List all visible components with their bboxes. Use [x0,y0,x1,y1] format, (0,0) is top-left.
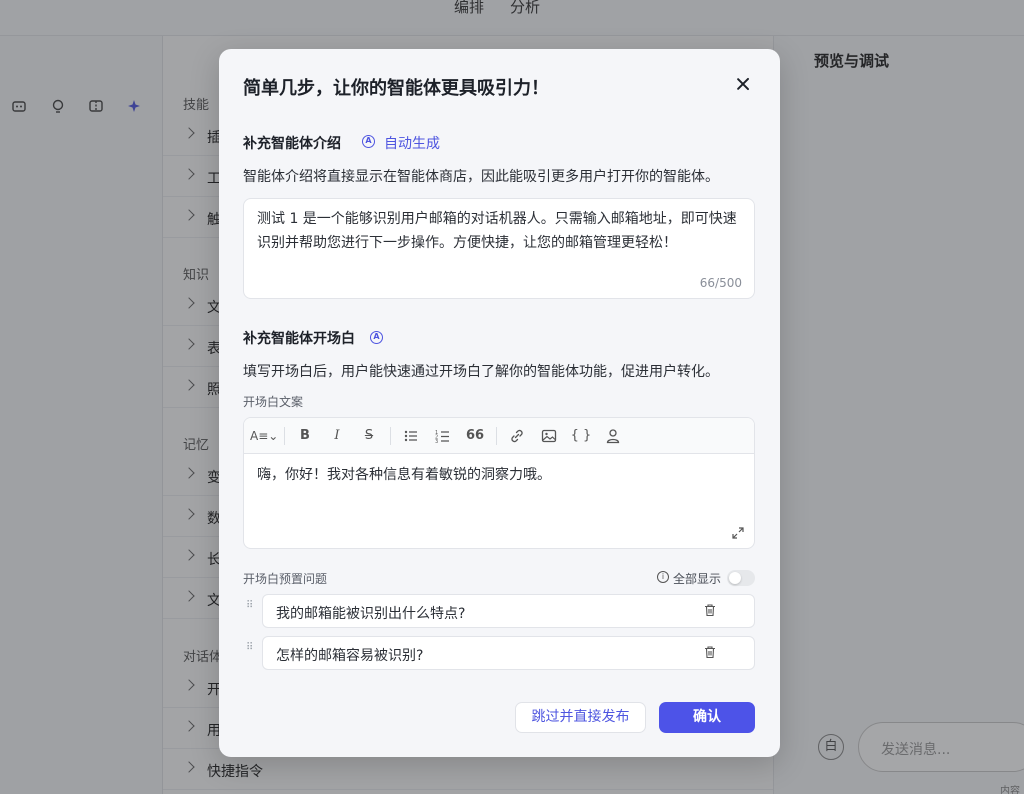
bold-icon[interactable]: B [296,427,314,445]
opening-description: 填写开场白后，用户能快速通过开场白了解你的智能体功能，促进用户转化。 [243,364,719,380]
auto-generate-link[interactable]: 自动生成 [384,133,440,153]
preset-question-input[interactable]: 怎样的邮箱容易被识别? [262,636,755,670]
char-count: 66/500 [699,276,742,290]
toolbar-divider [284,427,285,445]
confirm-button[interactable]: 确认 [659,702,755,733]
opening-copy-text: 嗨，你好！我对各种信息有着敏锐的洞察力哦。 [257,467,551,483]
link-icon[interactable] [508,427,526,445]
show-all-label: 全部显示 [673,572,722,586]
preset-question-row: ⠿ 怎样的邮箱容易被识别? [243,636,755,670]
drag-handle-icon[interactable]: ⠿ [246,643,254,661]
opening-section-title: 补充智能体开场白 [243,331,355,347]
question-text: 我的邮箱能被识别出什么特点? [276,606,466,622]
text-style-icon[interactable]: A≡⌄ [250,427,278,445]
bullet-list-icon[interactable] [402,427,420,445]
ai-generate-icon[interactable]: A [362,135,375,148]
opening-copy-label: 开场白文案 [243,395,304,409]
skip-and-publish-button[interactable]: 跳过并直接发布 [515,702,646,733]
close-icon[interactable] [734,75,752,93]
numbered-list-icon[interactable]: 123 [434,427,452,445]
toolbar-divider [390,427,391,445]
trash-icon[interactable] [703,645,717,659]
preset-question-input[interactable]: 我的邮箱能被识别出什么特点? [262,594,755,628]
intro-textarea[interactable]: 测试 1 是一个能够识别用户邮箱的对话机器人。只需输入邮箱地址，即可快速识别并帮… [243,198,755,299]
intro-description: 智能体介绍将直接显示在智能体商店，因此能吸引更多用户打开你的智能体。 [243,169,719,185]
expand-icon[interactable] [732,527,744,539]
ai-generate-icon[interactable]: A [370,331,383,344]
code-block-icon[interactable]: { } [570,427,592,445]
preset-questions-label: 开场白预置问题 [243,572,328,586]
trash-icon[interactable] [703,603,717,617]
intro-section-title: 补充智能体介绍 [243,136,341,152]
user-icon[interactable] [604,427,622,445]
italic-icon[interactable]: I [328,427,346,445]
show-all-toggle[interactable] [727,570,755,586]
image-icon[interactable] [540,427,558,445]
toolbar-divider [496,427,497,445]
question-text: 怎样的邮箱容易被识别? [276,648,424,664]
toggle-knob [729,572,741,584]
drag-handle-icon[interactable]: ⠿ [246,601,254,619]
intro-text: 测试 1 是一个能够识别用户邮箱的对话机器人。只需输入邮箱地址，即可快速识别并帮… [257,211,737,251]
modal-title: 简单几步，让你的智能体更具吸引力！ [243,78,549,99]
opening-editor[interactable]: A≡⌄ B I S 123 66 { } 嗨，你好！我对各种信息有着敏锐的洞察力… [243,417,755,549]
info-icon: i [657,571,669,583]
editor-toolbar: A≡⌄ B I S 123 66 { } [244,418,754,454]
preset-question-row: ⠿ 我的邮箱能被识别出什么特点? [243,594,755,628]
quote-icon[interactable]: 66 [466,427,484,445]
strikethrough-icon[interactable]: S [360,427,378,445]
publish-guide-modal: 简单几步，让你的智能体更具吸引力！ 补充智能体介绍 A 自动生成 智能体介绍将直… [219,49,780,757]
svg-text:3: 3 [435,439,438,445]
